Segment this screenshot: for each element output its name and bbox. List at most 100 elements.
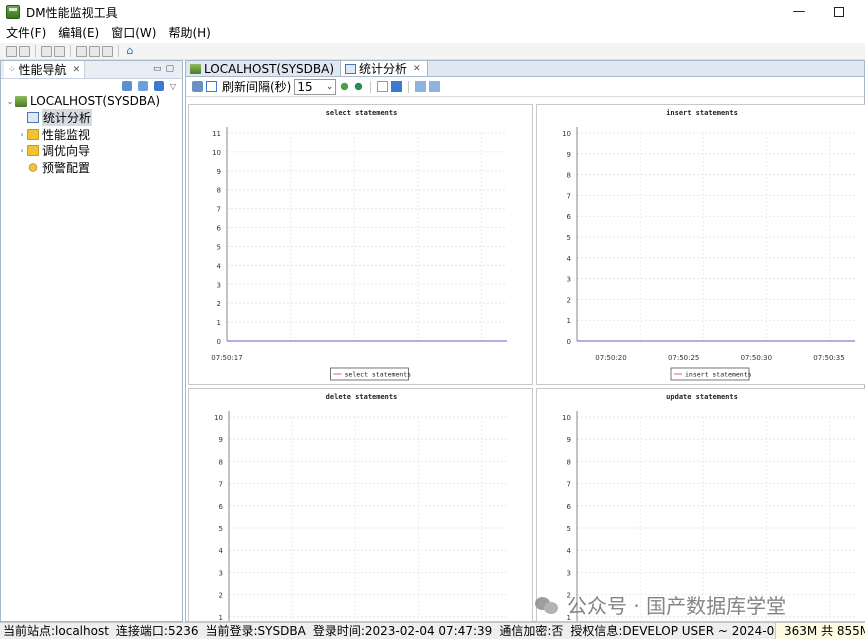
edit-icon[interactable]	[153, 81, 164, 91]
refresh-icon[interactable]	[339, 81, 351, 92]
tab-statistics[interactable]: 统计分析 ✕	[340, 61, 428, 76]
expand-icon[interactable]: ›	[17, 130, 27, 139]
copy-icon[interactable]	[89, 45, 100, 57]
menu-file[interactable]: 文件(F)	[0, 24, 52, 43]
chart-panel-delete: delete statements 1 2 3 4 5 6 7 8 9 10	[188, 388, 533, 622]
y-tick-label: 7	[219, 481, 223, 489]
y-tick-label: 10	[214, 414, 223, 422]
export-icon[interactable]	[415, 81, 427, 92]
editor-area: LOCALHOST(SYSDBA) 统计分析 ✕ 刷新间隔(秒) 15 ⌄ se…	[185, 60, 865, 622]
undo-icon[interactable]	[41, 45, 52, 57]
tab-label: 统计分析	[359, 62, 408, 76]
toolbar-separator	[70, 45, 71, 57]
check-icon[interactable]	[206, 81, 217, 92]
tab-localhost[interactable]: LOCALHOST(SYSDBA)	[186, 61, 340, 76]
tree-node-performance-monitor[interactable]: › 性能监视	[5, 126, 182, 143]
navigator-icon: ⁘	[8, 64, 16, 75]
toolbar-separator	[370, 80, 372, 93]
table-icon[interactable]	[391, 81, 403, 92]
y-tick-label: 7	[567, 192, 571, 200]
y-tick-label: 0	[567, 338, 571, 346]
y-tick-label: 10	[212, 149, 221, 157]
navigator-toolbar: ▽	[1, 79, 182, 93]
redo-icon[interactable]	[54, 45, 65, 57]
toolbar-separator	[408, 80, 410, 93]
y-tick-label: 9	[567, 151, 571, 159]
y-tick-label: 8	[217, 187, 221, 195]
y-tick-label: 2	[217, 300, 221, 308]
cut-icon[interactable]	[76, 45, 87, 57]
menu-window[interactable]: 窗口(W)	[105, 24, 162, 43]
y-tick-label: 9	[219, 436, 223, 444]
view-menu-icon[interactable]: ▽	[170, 82, 176, 91]
tree-node-label: 性能监视	[42, 127, 91, 142]
x-tick-label: 07:50:20	[595, 354, 626, 362]
status-site: 当前站点:localhost	[3, 623, 109, 638]
x-tick-label: 07:50:30	[741, 354, 772, 362]
y-tick-label: 5	[567, 234, 571, 242]
chart-panel-insert: insert statements 0 1 2 3 4 5 6 7 8 9 10 07:50:20 07:…	[536, 104, 865, 385]
maximize-button[interactable]	[829, 2, 849, 22]
close-icon[interactable]: ✕	[73, 65, 81, 75]
paste-icon[interactable]	[102, 45, 113, 57]
chart-panel-update: update statements 1 2 3 4 5 6 7 8 9 10	[536, 388, 865, 622]
y-tick-label: 5	[219, 525, 223, 533]
save-icon[interactable]	[19, 45, 30, 57]
tab-navigator[interactable]: ⁘ 性能导航 ✕	[4, 61, 86, 78]
close-icon[interactable]: ✕	[413, 64, 421, 74]
legend-label: select statements	[345, 371, 412, 379]
chart-delete-statements: delete statements 1 2 3 4 5 6 7 8 9 10	[214, 393, 507, 622]
tree-node-label: 统计分析	[42, 109, 93, 127]
maximize-icon	[834, 6, 844, 17]
toolbar-separator	[35, 45, 36, 57]
menu-help[interactable]: 帮助(H)	[162, 24, 216, 43]
tab-label: LOCALHOST(SYSDBA)	[204, 61, 335, 76]
y-tick-label: 0	[217, 338, 221, 346]
status-port: 连接端口:5236	[115, 623, 199, 638]
chart-insert-statements: insert statements 0 1 2 3 4 5 6 7 8 9 10 07:50:20 07:…	[562, 109, 855, 381]
home-icon[interactable]: ⌂	[124, 45, 136, 57]
refresh-interval-select[interactable]: 15 ⌄	[294, 78, 337, 95]
collapse-icon[interactable]: ⌄	[5, 97, 15, 106]
chart-title: update statements	[666, 393, 738, 401]
y-tick-label: 6	[567, 213, 572, 221]
minimize-button[interactable]: —	[789, 2, 809, 22]
y-tick-label: 10	[562, 130, 571, 138]
view-minimize-maximize-icon[interactable]: ▭▢	[153, 64, 178, 74]
y-tick-label: 3	[567, 276, 571, 284]
chart-title: insert statements	[666, 109, 738, 117]
navigator-header: ⁘ 性能导航 ✕ ▭▢	[1, 61, 182, 79]
tree-node-tuning-wizard[interactable]: › 调优向导	[5, 143, 182, 160]
y-tick-label: 9	[567, 436, 571, 444]
tree-node-root[interactable]: ⌄ LOCALHOST(SYSDBA)	[5, 93, 182, 110]
new-icon[interactable]	[6, 45, 17, 57]
toolbar-separator	[118, 45, 119, 57]
watermark: 公众号 · 国产数据库学堂	[535, 590, 786, 619]
statistics-toolbar: 刷新间隔(秒) 15 ⌄	[186, 77, 864, 97]
navigator-tree: ⌄ LOCALHOST(SYSDBA) 统计分析 › 性能监视 › 调优向导 预…	[1, 93, 182, 176]
statistics-icon	[27, 112, 39, 124]
y-tick-label: 1	[219, 614, 223, 622]
tree-node-statistics[interactable]: 统计分析	[5, 109, 182, 127]
chart-title: delete statements	[326, 393, 398, 401]
y-tick-label: 2	[219, 592, 223, 600]
database-icon	[190, 63, 201, 74]
menu-edit[interactable]: 编辑(E)	[52, 24, 105, 43]
import-icon[interactable]	[429, 81, 441, 92]
chevron-down-icon: ⌄	[325, 81, 334, 92]
status-memory: 363M 共 855M	[775, 623, 865, 639]
expand-icon[interactable]: ›	[17, 146, 27, 155]
y-tick-label: 2	[567, 296, 571, 304]
chart-update-statements: update statements12345678910	[562, 393, 855, 621]
x-tick-label: 07:50:17	[211, 354, 242, 362]
refresh-interval-label: 刷新间隔(秒)	[222, 80, 292, 94]
main-toolbar: ⌂	[0, 43, 865, 60]
tree-node-alarm-config[interactable]: 预警配置	[5, 159, 182, 176]
settings-icon[interactable]	[192, 81, 203, 92]
reload-icon[interactable]	[353, 81, 365, 92]
y-tick-label: 3	[217, 281, 221, 289]
chart-icon[interactable]	[377, 81, 389, 92]
connect-icon[interactable]	[121, 81, 132, 91]
disconnect-icon[interactable]	[137, 81, 148, 91]
chart-title: select statements	[326, 109, 398, 117]
